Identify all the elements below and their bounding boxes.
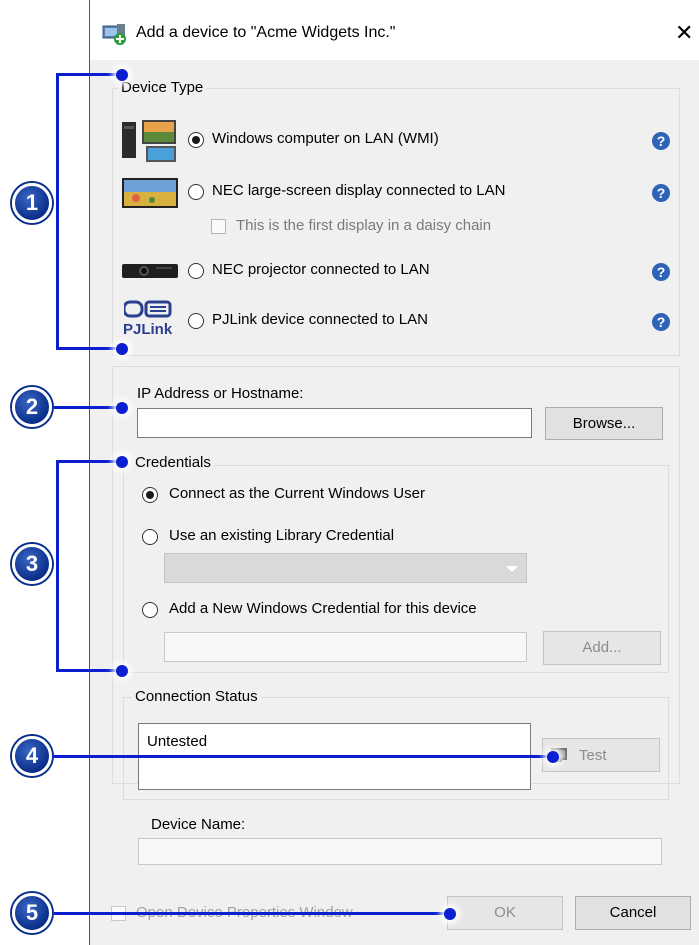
ok-button[interactable]: OK [447, 896, 563, 930]
callout-4-line [54, 755, 554, 758]
callout-1-bracket [56, 73, 59, 350]
credential-new-label: Add a New Windows Credential for this de… [169, 600, 477, 617]
callout-1-top-line [56, 73, 121, 76]
projector-icon [122, 264, 178, 278]
callout-3-bracket [56, 460, 59, 672]
dialog-title: Add a device to "Acme Widgets Inc." [136, 24, 396, 41]
pjlink-icon [124, 300, 172, 318]
help-icon-windows-computer[interactable]: ? [652, 132, 670, 150]
option-projector-label: NEC projector connected to LAN [212, 261, 430, 278]
callout-4-dot [547, 751, 559, 763]
add-credential-button[interactable]: Add... [543, 631, 661, 665]
callout-2-badge: 2 [12, 387, 52, 427]
callout-3-top-dot [116, 456, 128, 468]
radio-pjlink[interactable] [188, 313, 204, 329]
radio-projector[interactable] [188, 263, 204, 279]
add-device-icon [102, 24, 126, 45]
cancel-button[interactable]: Cancel [575, 896, 691, 930]
connection-status-legend: Connection Status [132, 688, 261, 705]
title-bar: Add a device to "Acme Widgets Inc." ✕ [90, 0, 699, 60]
library-credential-select[interactable] [164, 553, 527, 583]
browse-button[interactable]: Browse... [545, 407, 663, 440]
credentials-legend: Credentials [132, 454, 214, 471]
callout-2-line [54, 406, 122, 409]
new-credential-input[interactable] [164, 632, 527, 662]
windows-computer-icon [122, 120, 176, 162]
callout-4-badge: 4 [12, 736, 52, 776]
radio-library-credential[interactable] [142, 529, 158, 545]
callout-5-line [54, 912, 452, 915]
callout-1-bottom-line [56, 347, 121, 350]
callout-5-dot [444, 908, 456, 920]
credential-current-user-label: Connect as the Current Windows User [169, 485, 425, 502]
device-name-input[interactable] [138, 838, 662, 865]
help-icon-large-screen-display[interactable]: ? [652, 184, 670, 202]
callout-1-top-dot [116, 69, 128, 81]
address-label: IP Address or Hostname: [137, 385, 304, 402]
device-type-legend: Device Type [118, 79, 207, 96]
radio-current-windows-user[interactable] [142, 487, 158, 503]
callout-3-badge: 3 [12, 544, 52, 584]
option-pjlink-label: PJLink device connected to LAN [212, 311, 428, 328]
address-input[interactable] [137, 408, 532, 438]
callout-1-bottom-dot [116, 343, 128, 355]
callout-3-top-line [56, 460, 121, 463]
add-device-dialog: Add a device to "Acme Widgets Inc." ✕ De… [89, 0, 699, 945]
credential-library-label: Use an existing Library Credential [169, 527, 395, 544]
callout-3-bottom-dot [116, 665, 128, 677]
test-button-label: Test [579, 747, 607, 764]
radio-windows-computer[interactable] [188, 132, 204, 148]
daisy-chain-label: This is the first display in a daisy cha… [236, 217, 492, 234]
option-windows-computer-label: Windows computer on LAN (WMI) [212, 130, 439, 147]
radio-new-windows-credential[interactable] [142, 602, 158, 618]
radio-large-screen-display[interactable] [188, 184, 204, 200]
daisy-chain-checkbox[interactable] [211, 219, 226, 234]
device-name-label: Device Name: [151, 816, 246, 833]
help-icon-projector[interactable]: ? [652, 263, 670, 281]
chevron-down-icon [506, 566, 518, 572]
test-button[interactable]: Test [542, 738, 660, 772]
close-icon[interactable]: ✕ [675, 20, 693, 46]
callout-2-dot [116, 402, 128, 414]
help-icon-pjlink[interactable]: ? [652, 313, 670, 331]
pjlink-logo: PJLink [123, 321, 173, 338]
callout-3-bottom-line [56, 669, 121, 672]
connection-status-text: Untested [147, 733, 208, 750]
callout-1-badge: 1 [12, 183, 52, 223]
large-screen-display-icon [122, 178, 178, 208]
callout-5-badge: 5 [12, 893, 52, 933]
option-large-screen-display-label: NEC large-screen display connected to LA… [212, 182, 506, 199]
